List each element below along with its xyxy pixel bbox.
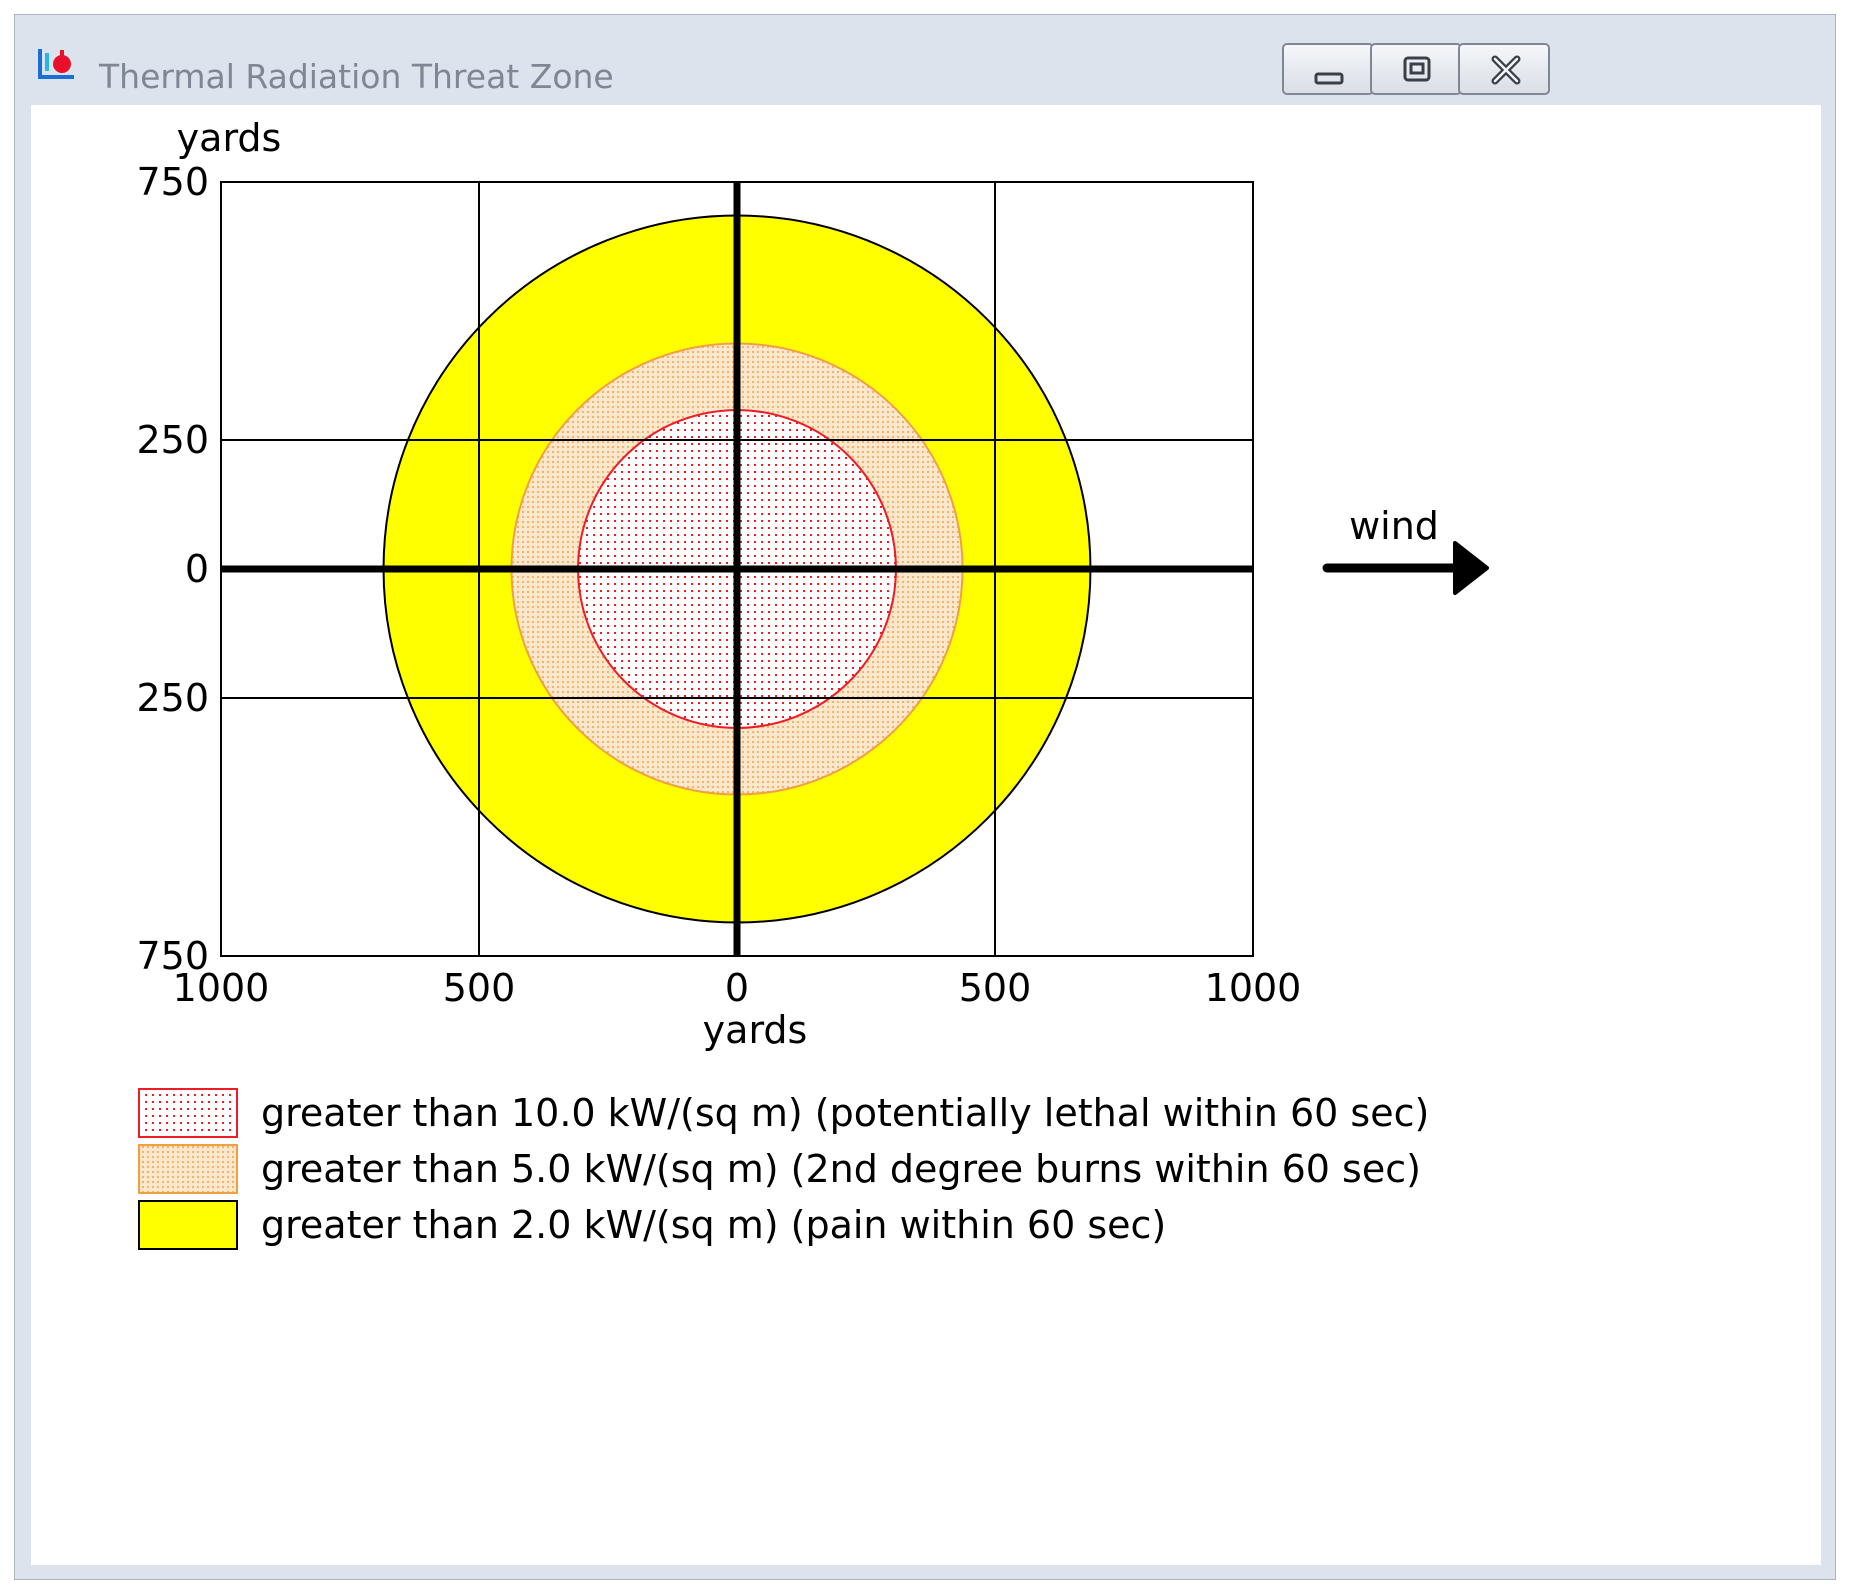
- x-tick-labels: 1000 500 0 500 1000: [173, 966, 1302, 1010]
- minimize-button[interactable]: [1282, 43, 1374, 95]
- x-tick-label: 500: [443, 966, 516, 1010]
- close-button[interactable]: [1458, 43, 1550, 95]
- legend-label: greater than 5.0 kW/(sq m) (2nd degree b…: [261, 1147, 1421, 1191]
- x-axis-unit-label: yards: [703, 1008, 808, 1052]
- wind-arrow-icon: [1322, 541, 1489, 595]
- x-tick-label: 0: [725, 966, 749, 1010]
- y-tick-label: 750: [136, 160, 209, 204]
- threat-zone-window: Thermal Radiation Threat Zone yards yard…: [14, 14, 1836, 1580]
- minimize-icon: [1314, 72, 1344, 85]
- legend-swatch-yellow: [138, 1200, 238, 1250]
- legend-swatch-orange: [138, 1144, 238, 1194]
- wind-label: wind: [1349, 504, 1439, 548]
- y-tick-label: 250: [136, 418, 209, 462]
- maximize-button[interactable]: [1370, 43, 1462, 95]
- legend-label: greater than 10.0 kW/(sq m) (potentially…: [261, 1091, 1429, 1135]
- y-tick-labels: 7502500250750: [136, 160, 209, 978]
- plot-area: yards yards 750 250 0 250 750 1000 500 0 500 100…: [31, 105, 1821, 1565]
- y-tick-label: 0: [185, 547, 209, 591]
- legend: greater than 10.0 kW/(sq m) (potentially…: [138, 1088, 1429, 1250]
- restore-icon: [1403, 56, 1431, 82]
- y-axis-unit-label: yards: [177, 116, 282, 160]
- x-tick-label: 1000: [173, 966, 270, 1010]
- x-tick-label: 1000: [1205, 966, 1302, 1010]
- app-icon[interactable]: [37, 47, 77, 81]
- window-title: Thermal Radiation Threat Zone: [99, 57, 614, 96]
- close-icon: [1491, 55, 1521, 85]
- threat-zone-plot: yards yards 7502500250750 1000 500 0 500 100…: [136, 116, 1489, 1250]
- y-tick-label: 250: [136, 676, 209, 720]
- legend-swatch-red: [138, 1088, 238, 1138]
- x-tick-label: 500: [959, 966, 1032, 1010]
- title-bar[interactable]: Thermal Radiation Threat Zone: [15, 15, 1835, 105]
- legend-label: greater than 2.0 kW/(sq m) (pain within …: [261, 1203, 1166, 1247]
